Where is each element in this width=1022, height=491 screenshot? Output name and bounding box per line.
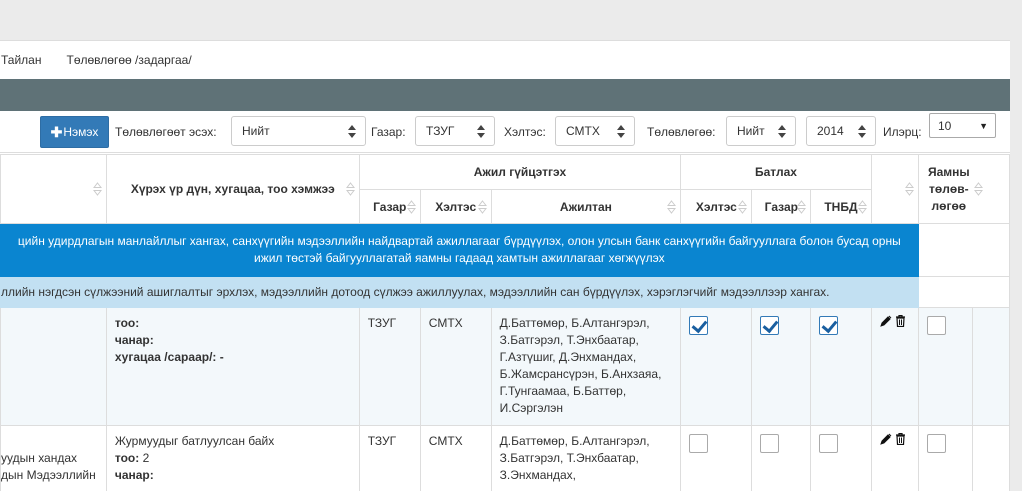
- header-place[interactable]: Газар: [358, 189, 421, 224]
- dropdown-arrow-icon: ▼: [979, 121, 988, 131]
- header-approve-dept[interactable]: Хэлтэс: [680, 189, 753, 224]
- chanar-label: чанар:: [114, 468, 154, 482]
- plan-table: Хүрэх үр дүн, хугацаа, тоо хэмжээ Ажил г…: [0, 154, 1010, 491]
- header-approve-place[interactable]: Газар: [751, 189, 812, 224]
- not-planned-checkbox[interactable]: [926, 316, 946, 335]
- goal-row: цийн удирдлагын манлайллыг хангах, санхү…: [0, 223, 1010, 277]
- dept-select[interactable]: СМТХ: [555, 116, 635, 146]
- dept-label: Хэлтэс:: [504, 125, 546, 139]
- place-cell: ТЗУГ: [358, 307, 421, 426]
- page-size-select[interactable]: 10 ▼: [929, 113, 996, 138]
- actions-cell: [870, 307, 919, 426]
- approve-tnbd-cell: [810, 307, 872, 426]
- employees-cell: Д.Баттөмөр, Б.Алтангэрэл, З.Батгэрэл, Т.…: [490, 425, 682, 491]
- nav-report-link[interactable]: Тайлан: [1, 53, 41, 67]
- header-result[interactable]: Хүрэх үр дүн, хугацаа, тоо хэмжээ: [105, 154, 360, 224]
- select-arrows-icon: [778, 125, 786, 138]
- objective-text: ллийн нэгдсэн сүлжээний ашиглалтыг эрхлэ…: [0, 276, 919, 308]
- approve-place-cell: [751, 307, 812, 426]
- place-select[interactable]: ТЗУГ: [415, 116, 495, 146]
- count-label: Илэрц:: [883, 125, 922, 139]
- approve-dept-checkbox[interactable]: [689, 434, 709, 453]
- result-cell: Журмуудыг батлуулсан байх тоо: 2 чанар:: [105, 425, 360, 491]
- delete-icon[interactable]: [895, 433, 906, 445]
- filter-bar: ✚ Нэмэх Төлөвлөгөөт эсэх: Нийт Газар: ТЗУ…: [0, 111, 1010, 153]
- plan-select[interactable]: Нийт: [726, 116, 796, 146]
- dept-cell: СМТХ: [419, 425, 492, 491]
- not-planned-checkbox[interactable]: [926, 434, 946, 453]
- select-arrows-icon: [348, 125, 356, 138]
- nav-plan-link[interactable]: Төлөвлөгөө /задаргаа/: [66, 53, 191, 67]
- sort-icon: [738, 199, 748, 214]
- sort-icon: [904, 182, 914, 196]
- objective-row: ллийн нэгдсэн сүлжээний ашиглалтыг эрхлэ…: [0, 276, 1010, 308]
- dept-cell: СМТХ: [419, 307, 492, 426]
- sort-icon: [406, 199, 416, 214]
- is-planned-label: Төлөвлөгөөт эсэх:: [115, 125, 217, 139]
- approve-tnbd-checkbox[interactable]: [819, 316, 839, 335]
- plan-label: Төлөвлөгөө:: [647, 125, 716, 139]
- chanar-label: чанар:: [114, 333, 154, 347]
- table-row: уудын хандах дын Мэдээллийн Журмуудыг ба…: [0, 425, 1010, 491]
- sort-icon: [345, 182, 355, 196]
- actions-cell: [870, 425, 919, 491]
- hugatsaa-label: хугацаа /сараар/: -: [114, 350, 224, 364]
- place-cell: ТЗУГ: [358, 425, 421, 491]
- too-label: тоо:: [114, 451, 140, 465]
- place-label: Газар:: [371, 125, 406, 139]
- goal-text: цийн удирдлагын манлайллыг хангах, санхү…: [0, 223, 919, 277]
- not-planned-cell: [917, 425, 974, 491]
- approve-dept-cell: [680, 307, 753, 426]
- year-select[interactable]: 2014: [806, 116, 876, 146]
- edit-icon[interactable]: [879, 433, 892, 445]
- sort-icon: [92, 182, 102, 196]
- delete-icon[interactable]: [895, 315, 906, 327]
- header-employee[interactable]: Ажилтан: [490, 189, 682, 224]
- header-executor: Ажил гүйцэтгэх: [358, 154, 682, 190]
- add-button[interactable]: ✚ Нэмэх: [40, 116, 109, 148]
- sort-icon: [797, 199, 807, 214]
- header-not-planned[interactable]: Яамны төлөв-лөгөө: [917, 154, 1010, 224]
- sort-icon: [667, 199, 677, 214]
- result-cell: тоо: чанар: хугацаа /сараар/: -: [105, 307, 360, 426]
- employees-cell: Д.Баттөмөр, Б.Алтангэрэл, З.Батгэрэл, Т.…: [490, 307, 682, 426]
- too-label: тоо:: [114, 316, 140, 330]
- header-col-left[interactable]: [0, 154, 107, 224]
- select-arrows-icon: [858, 125, 866, 138]
- sort-icon: [974, 182, 983, 196]
- approve-place-checkbox[interactable]: [760, 316, 780, 335]
- row-left-cell: уудын хандах дын Мэдээллийн: [0, 425, 107, 491]
- select-arrows-icon: [617, 125, 625, 138]
- result-title: Журмуудыг батлуулсан байх: [114, 434, 275, 448]
- edit-icon[interactable]: [879, 315, 892, 327]
- header-approve-tnbd[interactable]: ТНБД: [810, 189, 872, 224]
- approve-tnbd-checkbox[interactable]: [819, 434, 839, 453]
- approve-dept-checkbox[interactable]: [689, 316, 709, 335]
- select-arrows-icon: [477, 125, 485, 138]
- sort-icon: [857, 199, 867, 214]
- approve-dept-cell: [680, 425, 753, 491]
- section-header-bar: [0, 79, 1010, 111]
- top-nav: Тайлан Төлөвлөгөө /задаргаа/: [0, 41, 1010, 79]
- approve-tnbd-cell: [810, 425, 872, 491]
- not-planned-cell: [917, 307, 974, 426]
- header-approve: Батлах: [680, 154, 872, 190]
- sort-icon: [477, 199, 487, 214]
- main-panel: Тайлан Төлөвлөгөө /задаргаа/ ✚ Нэмэх Төлө…: [0, 40, 1010, 491]
- table-row: тоо: чанар: хугацаа /сараар/: - ТЗУГ СМТ…: [0, 307, 1010, 426]
- plus-icon: ✚: [50, 123, 63, 140]
- header-dept[interactable]: Хэлтэс: [419, 189, 492, 224]
- approve-place-checkbox[interactable]: [760, 434, 780, 453]
- is-planned-select[interactable]: Нийт: [231, 116, 366, 146]
- header-actions[interactable]: [870, 154, 919, 224]
- approve-place-cell: [751, 425, 812, 491]
- row-left-cell: [0, 307, 107, 426]
